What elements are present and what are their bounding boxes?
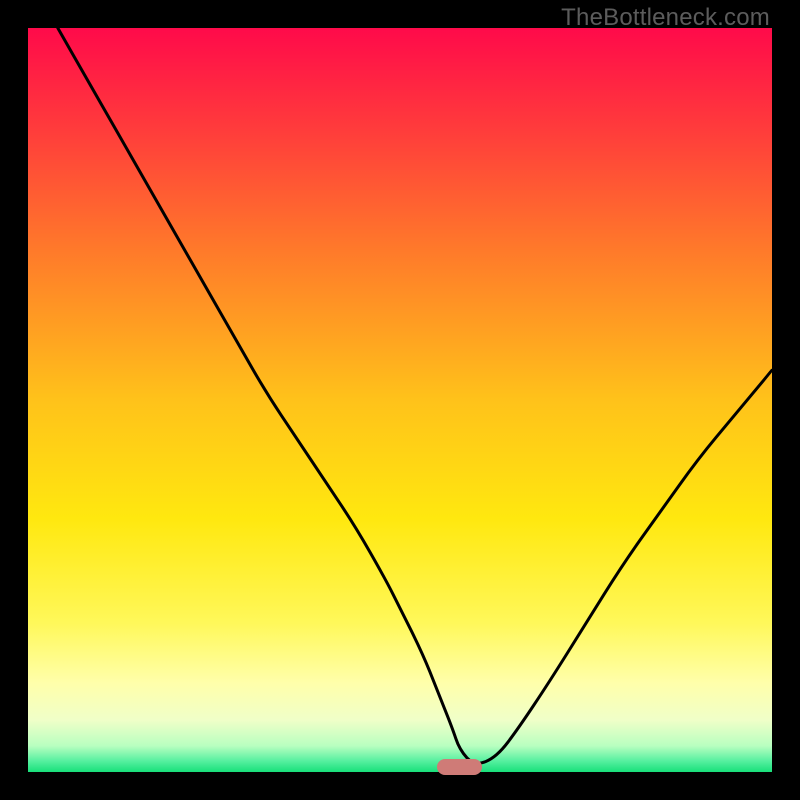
chart-frame — [28, 28, 772, 772]
gradient-background — [28, 28, 772, 772]
optimal-marker — [437, 759, 482, 775]
bottleneck-chart — [28, 28, 772, 772]
